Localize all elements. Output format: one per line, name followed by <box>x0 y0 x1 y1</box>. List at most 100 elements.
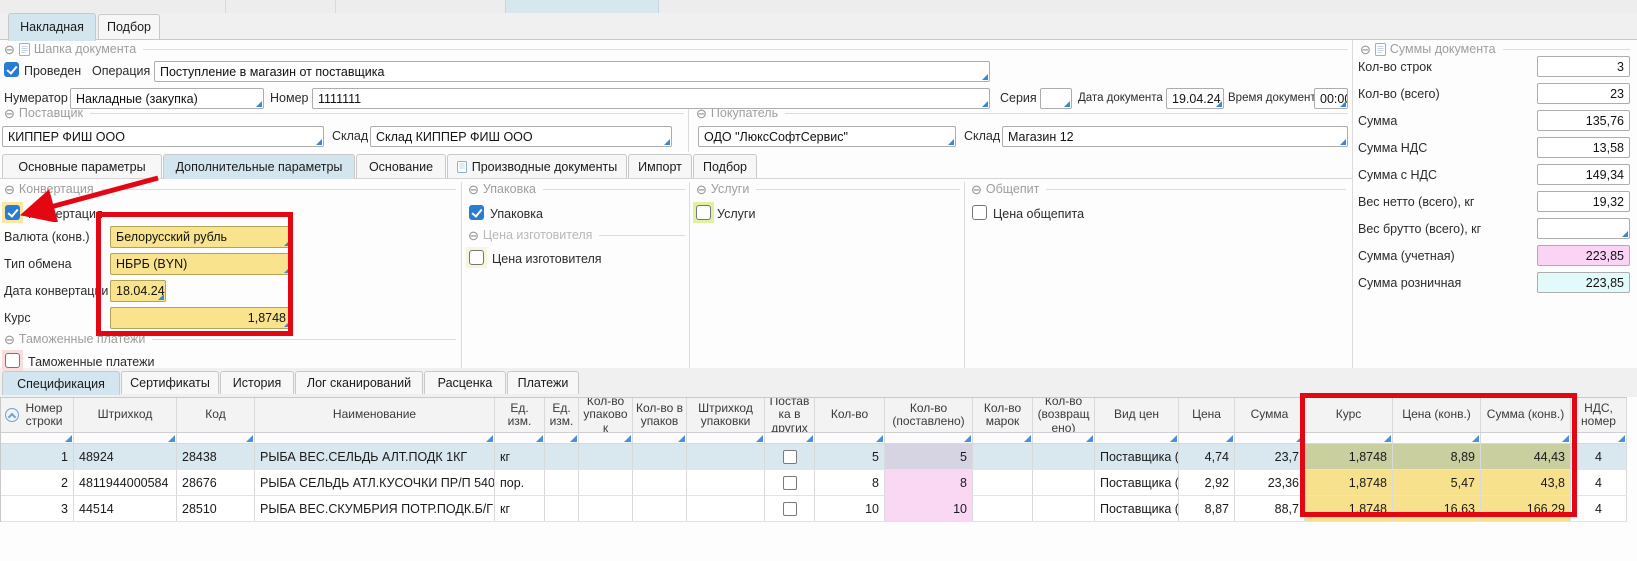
column-header-qty-returned[interactable]: Кол-во (возвращено) <box>1033 398 1095 432</box>
filter-cell[interactable] <box>1393 433 1481 443</box>
tab-basis[interactable]: Основание <box>356 154 446 178</box>
column-header-code[interactable]: Код <box>177 398 255 432</box>
filter-cell[interactable] <box>633 433 687 443</box>
sum-amount-field[interactable]: 135,76 <box>1537 110 1630 131</box>
cell-price[interactable]: 8,87 <box>1179 496 1235 521</box>
doc-time-field[interactable]: 00:00 <box>1314 88 1348 109</box>
filter-cell[interactable] <box>815 433 885 443</box>
cell-sum-conv[interactable]: 44,43 <box>1481 444 1571 469</box>
cell-empty[interactable] <box>579 496 633 521</box>
table-row[interactable]: 1 48924 28438 РЫБА ВЕС.СЕЛЬДЬ АЛТ.ПОДК 1… <box>1 444 1627 470</box>
collapse-icon[interactable]: ⊖ <box>971 183 982 196</box>
cell-empty[interactable] <box>545 444 579 469</box>
cell-code[interactable]: 28438 <box>177 444 255 469</box>
column-header-stamps-qty[interactable]: Кол-во марок <box>973 398 1033 432</box>
cell-empty[interactable] <box>545 470 579 495</box>
cell-line-number[interactable]: 1 <box>1 444 74 469</box>
tab-pricing[interactable]: Расценка <box>424 371 506 394</box>
filter-cell[interactable] <box>1033 433 1095 443</box>
filter-cell[interactable] <box>1235 433 1305 443</box>
cell-empty[interactable] <box>687 496 765 521</box>
cell-sum[interactable]: 23,7 <box>1235 444 1305 469</box>
conversion-checkbox[interactable] <box>5 205 20 220</box>
table-row[interactable]: 2 4811944000584 28676 РЫБА СЕЛЬДЬ АТЛ.КУ… <box>1 470 1627 496</box>
cell-sum-conv[interactable]: 43,8 <box>1481 470 1571 495</box>
cell-vat-number[interactable]: 4 <box>1571 496 1627 521</box>
filter-cell[interactable] <box>495 433 545 443</box>
filter-cell[interactable] <box>1481 433 1571 443</box>
cell-qty[interactable]: 8 <box>815 470 885 495</box>
column-header-price[interactable]: Цена <box>1179 398 1235 432</box>
number-field[interactable]: 1111111 <box>312 88 990 109</box>
conversion-currency-field[interactable]: Белорусский рубль <box>110 226 292 248</box>
cell-price[interactable]: 4,74 <box>1179 444 1235 469</box>
cell-price-conv[interactable]: 8,89 <box>1393 444 1481 469</box>
sum-with-vat-field[interactable]: 149,34 <box>1537 164 1630 185</box>
cell-unit[interactable]: кг <box>495 496 545 521</box>
buyer-field[interactable]: ОДО "ЛюксСофтСервис" <box>698 126 956 147</box>
cell-other-delivery[interactable] <box>765 470 815 495</box>
column-header-sum-conv[interactable]: Сумма (конв.) <box>1481 398 1571 432</box>
buyer-warehouse-field[interactable]: Магазин 12 <box>1002 126 1348 147</box>
cell-price-conv[interactable]: 16,63 <box>1393 496 1481 521</box>
cell-barcode[interactable]: 48924 <box>74 444 177 469</box>
column-header-rate[interactable]: Курс <box>1305 398 1393 432</box>
cell-qty-delivered[interactable]: 10 <box>885 496 973 521</box>
sum-lines-count-field[interactable]: 3 <box>1537 56 1630 77</box>
tab-invoice[interactable]: Накладная <box>8 13 96 41</box>
cell-qty[interactable]: 10 <box>815 496 885 521</box>
tab-import[interactable]: Импорт <box>628 154 692 178</box>
tab-selection-top[interactable]: Подбор <box>98 14 160 39</box>
column-header-unit2[interactable]: Ед. изм. <box>545 398 579 432</box>
cell-sum-conv[interactable]: 166,29 <box>1481 496 1571 521</box>
filter-cell[interactable] <box>885 433 973 443</box>
column-header-other-delivery[interactable]: Поставка в других <box>765 398 815 432</box>
cell-vat-number[interactable]: 4 <box>1571 444 1627 469</box>
cell-qty[interactable]: 5 <box>815 444 885 469</box>
series-field[interactable] <box>1040 88 1072 109</box>
collapse-icon[interactable]: ⊖ <box>4 183 15 196</box>
cell-code[interactable]: 28510 <box>177 496 255 521</box>
column-header-price-type[interactable]: Вид цен <box>1095 398 1179 432</box>
cell-empty[interactable] <box>579 470 633 495</box>
column-header-pack-barcode[interactable]: Штрихкод упаковки <box>687 398 765 432</box>
row-checkbox[interactable] <box>783 450 797 464</box>
retail-sum-field[interactable]: 223,85 <box>1537 272 1630 293</box>
cell-line-number[interactable]: 2 <box>1 470 74 495</box>
column-header-vat-number[interactable]: НДС, номер <box>1571 398 1627 432</box>
cell-unit[interactable]: кг <box>495 444 545 469</box>
customs-checkbox[interactable] <box>5 353 20 368</box>
collapse-icon[interactable]: ⊖ <box>468 229 479 242</box>
gross-weight-field[interactable] <box>1537 218 1630 239</box>
cell-name[interactable]: РЫБА ВЕС.СЕЛЬДЬ АЛТ.ПОДК 1КГ <box>255 444 495 469</box>
tab-selection-params[interactable]: Подбор <box>693 154 757 178</box>
cell-empty[interactable] <box>1033 470 1095 495</box>
column-header-name[interactable]: Наименование <box>255 398 495 432</box>
cell-other-delivery[interactable] <box>765 496 815 521</box>
tab-payments[interactable]: Платежи <box>507 371 579 394</box>
collapse-icon[interactable]: ⊖ <box>468 183 479 196</box>
column-header-sum[interactable]: Сумма <box>1235 398 1305 432</box>
cell-unit[interactable]: пор. <box>495 470 545 495</box>
sum-vat-field[interactable]: 13,58 <box>1537 137 1630 158</box>
column-header-qty-in-pack[interactable]: Кол-во в упаков <box>633 398 687 432</box>
filter-cell[interactable] <box>545 433 579 443</box>
tab-specification[interactable]: Спецификация <box>2 371 120 395</box>
cell-empty[interactable] <box>973 496 1033 521</box>
filter-cell[interactable] <box>579 433 633 443</box>
cell-empty[interactable] <box>633 444 687 469</box>
cell-empty[interactable] <box>687 444 765 469</box>
conversion-date-field[interactable]: 18.04.24 <box>110 280 166 302</box>
filter-cell[interactable] <box>1179 433 1235 443</box>
collapse-icon[interactable]: ⊖ <box>4 43 15 56</box>
cell-empty[interactable] <box>1033 496 1095 521</box>
tab-certificates[interactable]: Сертификаты <box>121 371 219 394</box>
filter-cell[interactable] <box>687 433 765 443</box>
cell-vat-number[interactable]: 4 <box>1571 470 1627 495</box>
operation-field[interactable]: Поступление в магазин от поставщика <box>154 61 990 82</box>
column-header-qty-delivered[interactable]: Кол-во (поставлено) <box>885 398 973 432</box>
column-header-unit[interactable]: Ед. изм. <box>495 398 545 432</box>
cell-rate[interactable]: 1,8748 <box>1305 496 1393 521</box>
cell-empty[interactable] <box>633 496 687 521</box>
column-header-line-number[interactable]: Номер строки <box>1 398 74 432</box>
